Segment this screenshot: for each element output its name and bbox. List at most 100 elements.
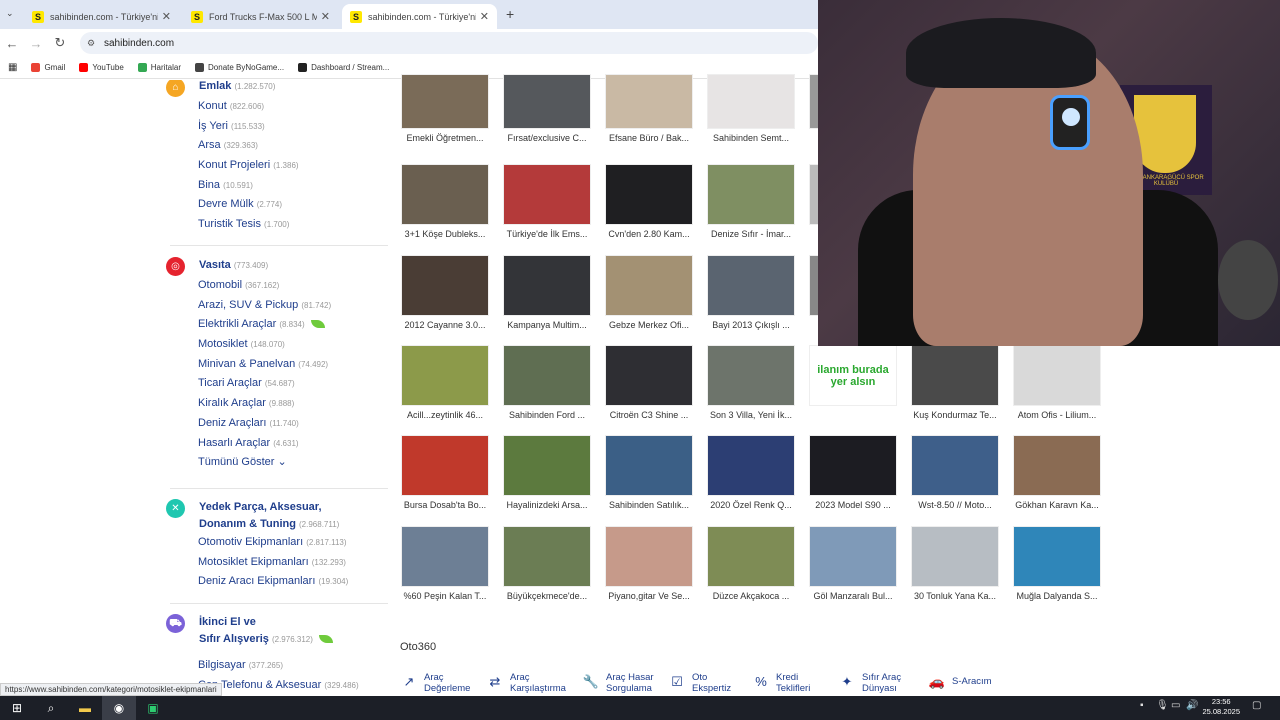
tab-search-button[interactable]: ⌄ <box>6 8 14 19</box>
oto360-link[interactable]: ⇄ Araç Karşılaştırma <box>486 672 566 694</box>
microphone-icon[interactable]: 🎙 <box>1156 700 1169 711</box>
listing-tile[interactable]: Fırsat/exclusive C... <box>502 74 592 143</box>
listing-thumbnail[interactable] <box>605 74 693 129</box>
listing-thumbnail[interactable] <box>809 435 897 496</box>
listing-thumbnail[interactable] <box>605 164 693 225</box>
subcategory-link[interactable]: Bina (10.591) <box>198 176 390 196</box>
listing-tile[interactable]: Sahibinden Satılık... <box>604 435 694 510</box>
windows-start-icon[interactable]: ⊞ <box>0 696 34 720</box>
listing-tile[interactable]: Acill...zeytinlik 46... <box>400 345 490 420</box>
listing-caption[interactable]: Wst-8.50 // Moto... <box>910 500 1000 510</box>
listing-tile[interactable]: Efsane Büro / Bak... <box>604 74 694 143</box>
listing-caption[interactable]: Büyükçekmece'de... <box>502 591 592 601</box>
category-ikinci-el-header[interactable]: ⛟ İkinci El ve Sıfır Alışveriş (2.976.312… <box>166 614 390 648</box>
listing-thumbnail[interactable] <box>707 526 795 587</box>
listing-thumbnail[interactable] <box>707 255 795 316</box>
listing-tile[interactable]: Gökhan Karavn Ka... <box>1012 435 1102 510</box>
volume-icon[interactable]: 🔊 <box>1186 700 1198 711</box>
site-info-icon[interactable]: ⚙ <box>87 38 95 49</box>
listing-thumbnail[interactable] <box>605 255 693 316</box>
listing-caption[interactable]: Fırsat/exclusive C... <box>502 133 592 143</box>
listing-tile[interactable]: Son 3 Villa, Yeni İk... <box>706 345 796 420</box>
listing-caption[interactable]: %60 Peşin Kalan T... <box>400 591 490 601</box>
subcategory-link[interactable]: Devre Mülk (2.774) <box>198 195 390 215</box>
listing-tile[interactable]: Bayi 2013 Çıkışlı ... <box>706 255 796 330</box>
subcategory-link[interactable]: Konut (822.606) <box>198 97 390 117</box>
listing-caption[interactable]: Kuş Kondurmaz Te... <box>910 410 1000 420</box>
subcategory-link[interactable]: Arsa (329.363) <box>198 136 390 156</box>
listing-tile[interactable]: Emekli Öğretmen... <box>400 74 490 143</box>
listing-tile[interactable]: 3+1 Köşe Dubleks... <box>400 164 490 239</box>
listing-caption[interactable]: Hayalinizdeki Arsa... <box>502 500 592 510</box>
listing-caption[interactable]: Efsane Büro / Bak... <box>604 133 694 143</box>
listing-tile[interactable]: Piyano,gitar Ve Se... <box>604 526 694 601</box>
listing-caption[interactable]: Bayi 2013 Çıkışlı ... <box>706 320 796 330</box>
listing-caption[interactable]: 30 Tonluk Yana Ka... <box>910 591 1000 601</box>
subcategory-link[interactable]: Elektrikli Araçlar (8.834) <box>198 315 390 335</box>
forward-arrow-icon[interactable]: → <box>24 36 48 51</box>
listing-tile[interactable]: 30 Tonluk Yana Ka... <box>910 526 1000 601</box>
oto360-link[interactable]: 🔧 Araç Hasar Sorgulama <box>582 672 654 694</box>
search-icon[interactable]: ⌕ <box>34 696 68 720</box>
listing-thumbnail[interactable] <box>503 255 591 316</box>
listing-thumbnail[interactable] <box>605 526 693 587</box>
listing-tile[interactable]: Denize Sıfır - İmar... <box>706 164 796 239</box>
category-emlak-header[interactable]: ⌂ Emlak (1.282.570) <box>166 80 390 97</box>
oto360-link[interactable]: ↗ Araç Değerleme <box>400 672 471 694</box>
bookmark-dashboard[interactable]: Dashboard / Stream... <box>298 63 389 72</box>
listing-tile[interactable]: Düzce Akçakoca ... <box>706 526 796 601</box>
listing-thumbnail[interactable] <box>911 345 999 406</box>
subcategory-link[interactable]: İş Yeri (115.533) <box>198 117 390 137</box>
listing-tile[interactable]: Bursa Dosab'ta Bo... <box>400 435 490 510</box>
listing-tile[interactable]: Kuş Kondurmaz Te... <box>910 345 1000 420</box>
listing-thumbnail[interactable] <box>707 345 795 406</box>
subcategory-link[interactable]: Kiralık Araçlar (9.888) <box>198 394 390 414</box>
listing-thumbnail[interactable] <box>1013 435 1101 496</box>
listing-caption[interactable]: Sahibinden Semt... <box>706 133 796 143</box>
listing-tile[interactable]: 2020 Özel Renk Q... <box>706 435 796 510</box>
listing-caption[interactable]: Gebze Merkez Ofi... <box>604 320 694 330</box>
network-icon[interactable]: ▭ <box>1171 700 1180 711</box>
listing-thumbnail[interactable] <box>707 435 795 496</box>
oto360-link[interactable]: % Kredi Teklifleri <box>752 672 810 694</box>
listing-tile[interactable]: ilanım burada yer alsın <box>808 345 898 406</box>
listing-thumbnail[interactable] <box>503 435 591 496</box>
ad-placeholder-banner[interactable]: ilanım burada yer alsın <box>809 345 897 406</box>
listing-tile[interactable]: Muğla Dalyanda S... <box>1012 526 1102 601</box>
listing-caption[interactable]: 2012 Cayanne 3.0... <box>400 320 490 330</box>
subcategory-link[interactable]: Motosiklet (148.070) <box>198 335 390 355</box>
listing-thumbnail[interactable] <box>401 164 489 225</box>
listing-thumbnail[interactable] <box>1013 345 1101 406</box>
listing-caption[interactable]: Bursa Dosab'ta Bo... <box>400 500 490 510</box>
url-field[interactable]: ⚙ sahibinden.com <box>80 32 818 54</box>
subcategory-link[interactable]: Motosiklet Ekipmanları (132.293) <box>198 553 390 573</box>
listing-tile[interactable]: Cvn'den 2.80 Kam... <box>604 164 694 239</box>
listing-thumbnail[interactable] <box>503 345 591 406</box>
listing-thumbnail[interactable] <box>401 74 489 129</box>
listing-tile[interactable]: Hayalinizdeki Arsa... <box>502 435 592 510</box>
subcategory-link[interactable]: Otomotiv Ekipmanları (2.817.113) <box>198 533 390 553</box>
listing-caption[interactable]: Muğla Dalyanda S... <box>1012 591 1102 601</box>
listing-tile[interactable]: Türkiye'de İlk Ems... <box>502 164 592 239</box>
bookmark-haritalar[interactable]: Haritalar <box>137 63 181 72</box>
listing-thumbnail[interactable] <box>401 435 489 496</box>
listing-tile[interactable]: 2023 Model S90 ... <box>808 435 898 510</box>
new-tab-button[interactable]: + <box>506 6 514 22</box>
category-yedek-header[interactable]: ✕ Yedek Parça, Aksesuar, Donanım & Tuning… <box>166 499 390 533</box>
system-clock[interactable]: 23:56 25.08.2025 <box>1202 697 1240 717</box>
listing-tile[interactable]: Büyükçekmece'de... <box>502 526 592 601</box>
subcategory-link[interactable]: Otomobil (367.162) <box>198 276 390 296</box>
listing-tile[interactable]: Citroën C3 Shine ... <box>604 345 694 420</box>
listing-tile[interactable]: %60 Peşin Kalan T... <box>400 526 490 601</box>
listing-caption[interactable]: Türkiye'de İlk Ems... <box>502 229 592 239</box>
oto360-link[interactable]: ✦ Sıfır Araç Dünyası <box>838 672 902 694</box>
listing-thumbnail[interactable] <box>1013 526 1101 587</box>
listing-tile[interactable]: Wst-8.50 // Moto... <box>910 435 1000 510</box>
browser-tab-1[interactable]: S sahibinden.com - Türkiye'nin Ö ✕ <box>24 4 179 29</box>
back-arrow-icon[interactable]: ← <box>0 36 24 51</box>
listing-caption[interactable]: Son 3 Villa, Yeni İk... <box>706 410 796 420</box>
subcategory-link[interactable]: Ticari Araçlar (54.687) <box>198 374 390 394</box>
reload-icon[interactable]: ↻ <box>48 35 72 51</box>
listing-thumbnail[interactable] <box>911 435 999 496</box>
listing-thumbnail[interactable] <box>809 526 897 587</box>
